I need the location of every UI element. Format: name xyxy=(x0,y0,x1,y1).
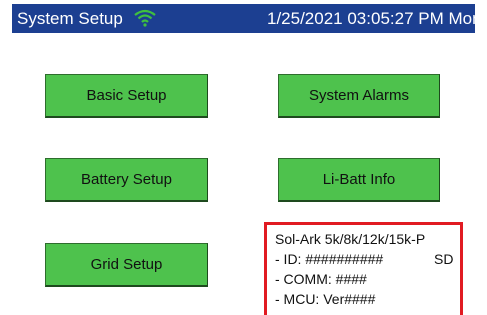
sd-card-label: SD xyxy=(434,251,454,267)
datetime-display: 1/25/2021 03:05:27 PM Mon. xyxy=(267,9,487,28)
device-id-label: - ID: ########## xyxy=(275,251,384,267)
battery-setup-button[interactable]: Battery Setup xyxy=(45,158,208,202)
mcu-version-label: - MCU: Ver#### xyxy=(275,291,376,307)
grid-setup-button[interactable]: Grid Setup xyxy=(45,243,208,287)
li-batt-info-button[interactable]: Li-Batt Info xyxy=(278,158,440,202)
device-id-row: - ID: ########## SD xyxy=(275,249,460,269)
comm-version-label: - COMM: #### xyxy=(275,271,367,287)
page-title: System Setup xyxy=(17,9,123,28)
basic-setup-button[interactable]: Basic Setup xyxy=(45,74,208,118)
device-info-panel: Sol-Ark 5k/8k/12k/15k-P - ID: ##########… xyxy=(264,222,463,315)
header-bar: System Setup 1/25/2021 03:05:27 PM Mon. xyxy=(12,4,486,33)
model-label: Sol-Ark 5k/8k/12k/15k-P xyxy=(275,231,426,247)
system-alarms-button[interactable]: System Alarms xyxy=(278,74,440,118)
wifi-icon xyxy=(134,9,156,27)
